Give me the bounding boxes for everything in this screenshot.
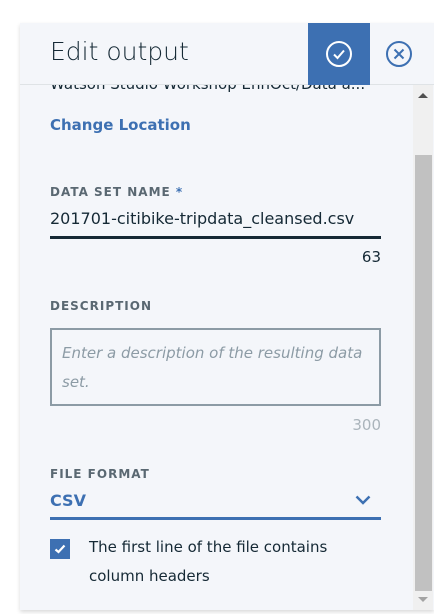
panel-title: Edit output bbox=[50, 37, 189, 66]
close-button[interactable] bbox=[382, 37, 416, 71]
change-location-link[interactable]: Change Location bbox=[50, 116, 191, 134]
required-mark: * bbox=[175, 185, 184, 199]
description-textarea[interactable]: Enter a description of the resulting dat… bbox=[50, 328, 381, 406]
check-circle-icon bbox=[326, 41, 352, 67]
header-checkbox[interactable] bbox=[50, 539, 70, 559]
checkmark-icon bbox=[54, 544, 66, 554]
dataset-name-label-text: DATA SET NAME bbox=[50, 185, 171, 199]
description-label: DESCRIPTION bbox=[50, 299, 153, 313]
chevron-down-icon bbox=[355, 495, 371, 505]
file-format-select[interactable]: CSV bbox=[50, 485, 381, 520]
scroll-down-arrow-icon[interactable] bbox=[418, 597, 428, 602]
dataset-name-char-count: 63 bbox=[361, 248, 381, 266]
edit-output-panel: Watson Studio Workshop EnhOct/Data a... … bbox=[20, 23, 434, 610]
header-checkbox-label[interactable]: The first line of the file contains colu… bbox=[89, 533, 379, 591]
close-circle-icon bbox=[386, 41, 412, 67]
dataset-name-value: 201701-citibike-tripdata_cleansed.csv bbox=[50, 209, 355, 228]
dataset-name-input[interactable]: 201701-citibike-tripdata_cleansed.csv bbox=[50, 207, 381, 239]
scrollbar[interactable] bbox=[413, 85, 433, 610]
description-char-count: 300 bbox=[352, 416, 381, 434]
scroll-up-arrow-icon[interactable] bbox=[418, 93, 428, 98]
confirm-button[interactable] bbox=[308, 23, 370, 85]
file-format-label: FILE FORMAT bbox=[50, 467, 150, 481]
file-format-value: CSV bbox=[50, 491, 86, 510]
panel-header: Edit output bbox=[20, 23, 434, 85]
scrollbar-thumb[interactable] bbox=[415, 155, 432, 591]
dataset-name-label: DATA SET NAME * bbox=[50, 185, 183, 199]
